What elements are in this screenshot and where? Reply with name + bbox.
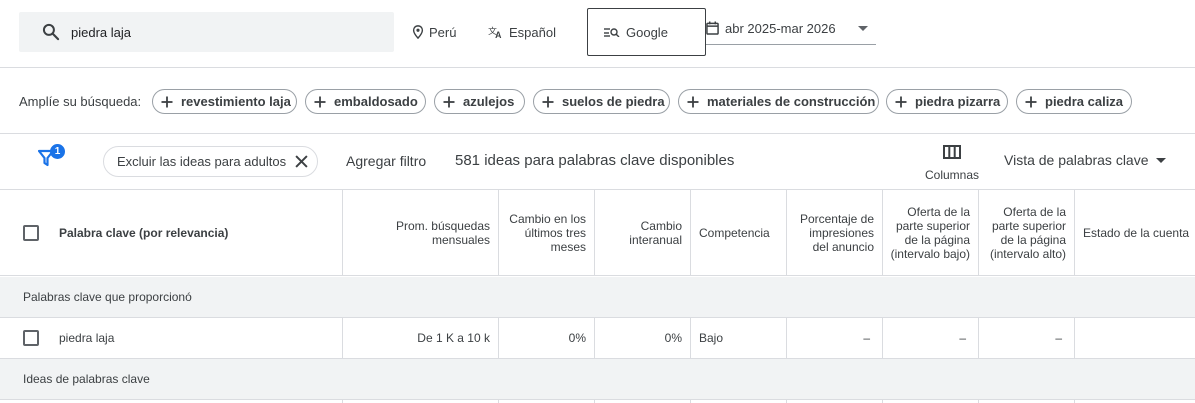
avg-searches-value: De 1 K a 10 k [417, 331, 490, 345]
plus-icon [895, 96, 907, 108]
column-header-label: Porcentaje de impresiones del anuncio [799, 212, 874, 254]
date-range-selector[interactable]: abr 2025-mar 2026 [706, 12, 876, 45]
column-header-competition[interactable]: Competencia [691, 190, 787, 276]
column-header-bid-low[interactable]: Oferta de la parte superior de la página… [883, 190, 979, 276]
column-header-label: Competencia [699, 226, 770, 240]
language-label: Español [509, 24, 556, 40]
cell-bid-high: – [979, 318, 1075, 358]
language-selector[interactable]: 文A Español [488, 0, 556, 64]
column-header-label: Estado de la cuenta [1083, 226, 1190, 240]
bid-low-value: – [959, 331, 966, 345]
impression-share-value: – [863, 331, 870, 345]
cell-three-month-change: 0% [499, 318, 595, 358]
broaden-chip-label: azulejos [463, 94, 515, 109]
search-network-icon [604, 27, 620, 37]
plus-icon [161, 96, 173, 108]
broaden-chip-label: materiales de construcción [707, 94, 876, 109]
column-header-yoy-change[interactable]: Cambio interanual [595, 190, 691, 276]
broaden-chip[interactable]: piedra caliza [1016, 89, 1132, 114]
three-month-change-value: 0% [568, 331, 586, 345]
plus-icon [542, 96, 554, 108]
broaden-chip[interactable]: piedra pizarra [886, 89, 1008, 114]
plus-icon [687, 96, 699, 108]
table-header: Palabra clave (por relevancia) Prom. bús… [0, 189, 1195, 276]
cell-keyword: piedra laja [0, 318, 343, 358]
location-pin-icon [412, 25, 424, 39]
broaden-chip[interactable]: revestimiento laja [152, 89, 297, 114]
cell-competition: Bajo [691, 318, 787, 358]
search-query: piedra laja [71, 25, 131, 40]
divider [0, 133, 1195, 134]
broaden-chip-label: piedra caliza [1045, 94, 1124, 109]
column-header-label: Palabra clave (por relevancia) [59, 226, 229, 240]
network-label: Google [626, 24, 668, 40]
columns-label: Columnas [924, 168, 980, 182]
table-row[interactable]: piedra laja De 1 K a 10 k 0% 0% Bajo – –… [0, 318, 1195, 359]
broaden-chip[interactable]: materiales de construcción [678, 89, 879, 114]
column-header-label: Oferta de la parte superior de la página… [989, 205, 1066, 261]
plus-icon [443, 96, 455, 108]
view-label: Vista de palabras clave [1004, 152, 1149, 168]
select-all-checkbox[interactable] [23, 225, 39, 241]
columns-icon [943, 145, 961, 159]
competition-value: Bajo [699, 331, 724, 345]
close-icon[interactable] [295, 155, 308, 168]
location-label: Perú [429, 24, 457, 40]
adult-ideas-filter-chip[interactable]: Excluir las ideas para adultos [103, 146, 318, 177]
column-header-label: Oferta de la parte superior de la página… [890, 205, 970, 261]
cell-account-status [1075, 318, 1195, 358]
translate-icon: 文A [488, 25, 504, 39]
plus-icon [1025, 96, 1037, 108]
chevron-down-icon [858, 26, 868, 31]
cell-yoy-change: 0% [595, 318, 691, 358]
column-header-label: Cambio interanual [629, 219, 682, 247]
broaden-chip-label: embaldosado [334, 94, 418, 109]
yoy-change-value: 0% [664, 331, 682, 345]
column-header-bid-high[interactable]: Oferta de la parte superior de la página… [979, 190, 1075, 276]
column-header-keyword[interactable]: Palabra clave (por relevancia) [0, 190, 343, 276]
group-label: Ideas de palabras clave [23, 372, 150, 386]
broaden-chip[interactable]: embaldosado [305, 89, 426, 114]
broaden-chip[interactable]: azulejos [434, 89, 525, 114]
divider [0, 67, 1195, 68]
row-checkbox[interactable] [23, 330, 39, 346]
column-header-label: Prom. búsquedas mensuales [395, 219, 490, 247]
svg-text:A: A [495, 30, 502, 39]
location-selector[interactable]: Perú [412, 0, 456, 64]
search-icon [41, 22, 61, 42]
view-selector[interactable]: Vista de palabras clave [1004, 152, 1166, 168]
network-selector[interactable]: Google [587, 8, 706, 56]
column-header-impression-share[interactable]: Porcentaje de impresiones del anuncio [787, 190, 883, 276]
group-row-provided: Palabras clave que proporcionó [0, 277, 1195, 318]
broaden-search-label: Amplíe su búsqueda: [19, 94, 142, 109]
column-header-three-month-change[interactable]: Cambio en los últimos tres meses [499, 190, 595, 276]
filter-chip-label: Excluir las ideas para adultos [117, 154, 287, 169]
column-header-account-status[interactable]: Estado de la cuenta [1075, 190, 1195, 276]
plus-icon [314, 96, 326, 108]
broaden-chip-label: suelos de piedra [562, 94, 665, 109]
chevron-down-icon [1155, 157, 1166, 163]
column-header-avg-searches[interactable]: Prom. búsquedas mensuales [343, 190, 499, 276]
cell-impression-share: – [787, 318, 883, 358]
keyword-text: piedra laja [59, 331, 115, 345]
date-range-label: abr 2025-mar 2026 [725, 20, 836, 36]
add-filter-button[interactable]: Agregar filtro [346, 153, 426, 169]
ideas-count: 581 ideas para palabras clave disponible… [455, 152, 735, 169]
group-label: Palabras clave que proporcionó [23, 290, 192, 304]
bid-high-value: – [1055, 331, 1062, 345]
broaden-chip-label: revestimiento laja [181, 94, 291, 109]
column-header-label: Cambio en los últimos tres meses [509, 212, 586, 254]
broaden-chip[interactable]: suelos de piedra [533, 89, 670, 114]
broaden-chip-label: piedra pizarra [915, 94, 1001, 109]
columns-button[interactable]: Columnas [920, 142, 984, 184]
filter-count-badge: 1 [50, 144, 65, 159]
calendar-icon [706, 21, 719, 35]
cell-avg-searches: De 1 K a 10 k [343, 318, 499, 358]
group-row-ideas: Ideas de palabras clave [0, 359, 1195, 400]
cell-bid-low: – [883, 318, 979, 358]
keyword-search-input[interactable]: piedra laja [19, 12, 394, 52]
